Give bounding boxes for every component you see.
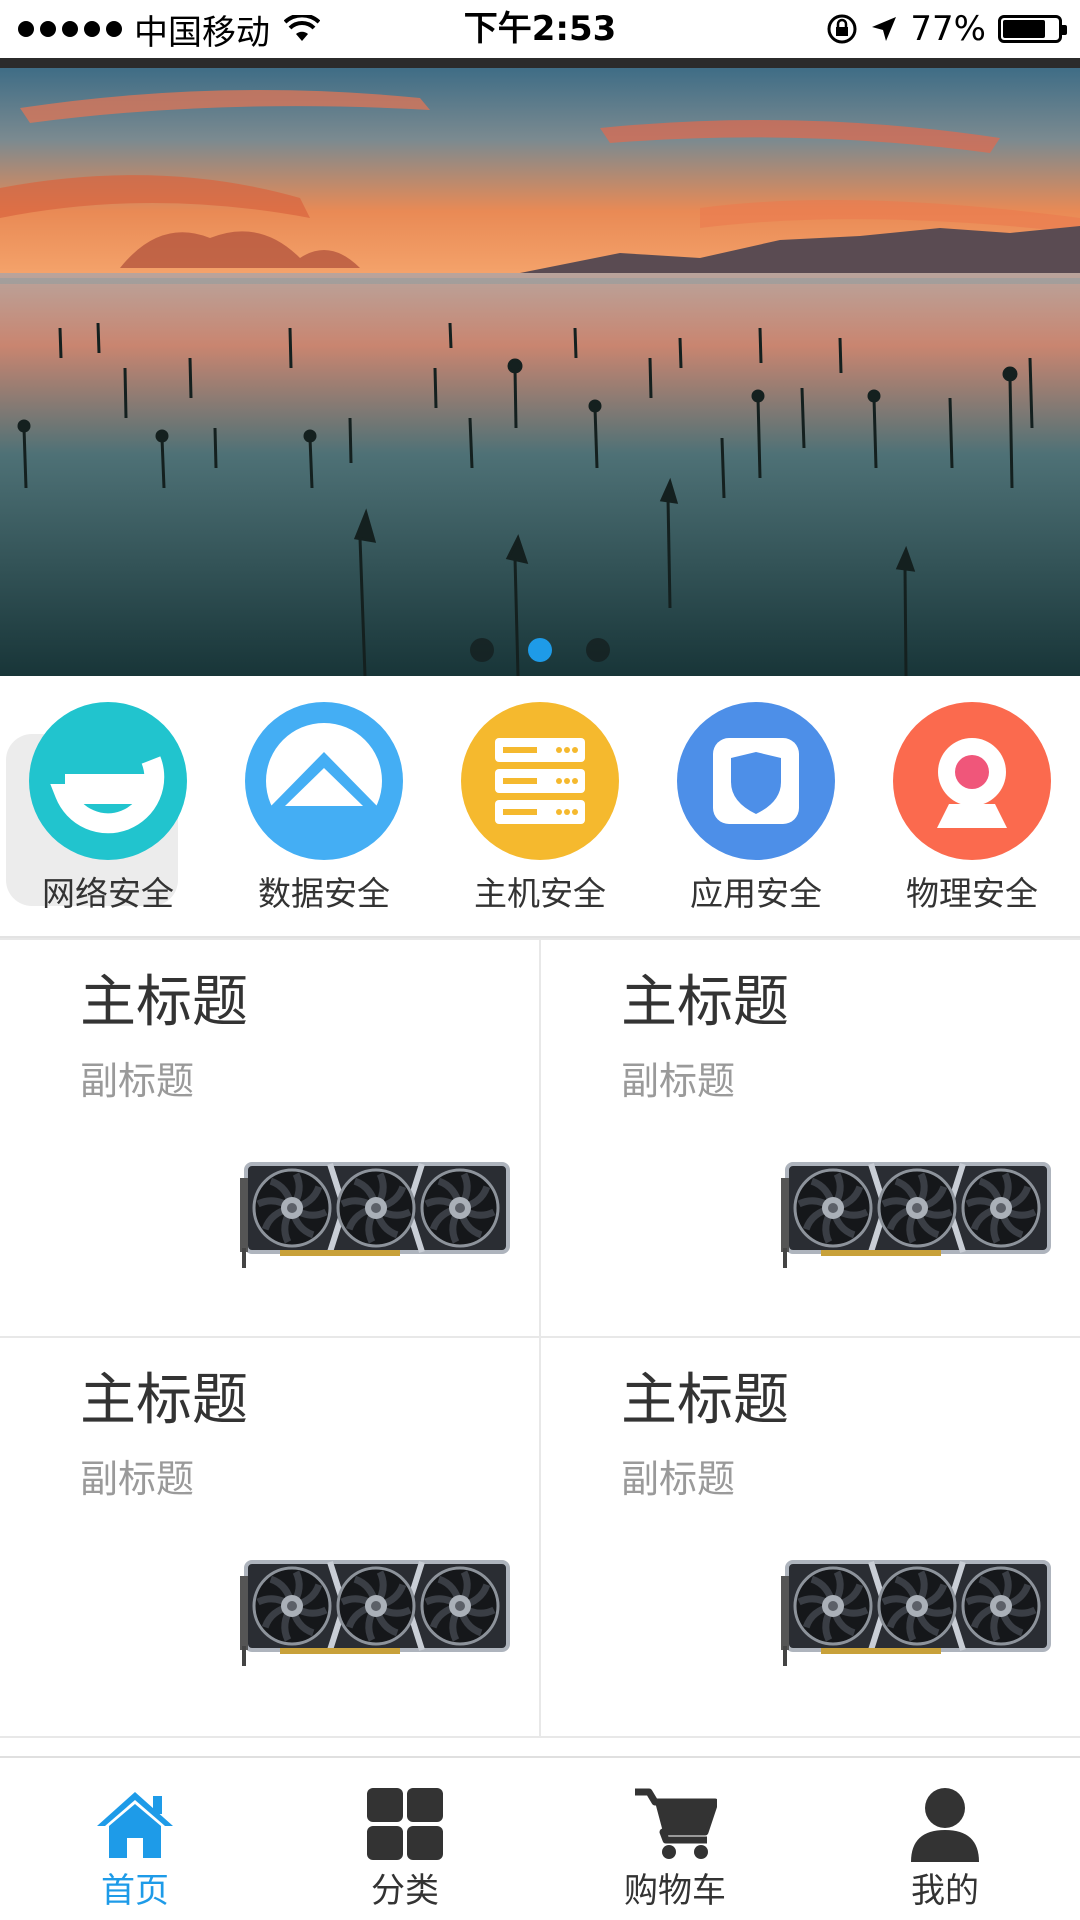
banner-carousel[interactable] [0,68,1080,676]
card-subtitle: 副标题 [80,1059,195,1103]
category-app-security[interactable]: 应用安全 [648,702,864,922]
category-server-security[interactable]: 主机安全 [432,702,648,922]
category-row: 网络安全 数据安全 主机安全 应用安全 物理安全 [0,676,1080,938]
card-title: 主标题 [621,1368,789,1433]
battery-percent: 77% [910,9,986,49]
category-label: 数据安全 [258,874,390,913]
category-network-security[interactable]: 网络安全 [0,702,216,922]
battery-icon [998,15,1067,43]
data-security-icon [245,702,403,860]
product-card[interactable]: 主标题 副标题 [541,940,1080,1336]
user-icon [911,1788,979,1862]
battery-level [1003,20,1045,38]
category-label: 应用安全 [690,874,822,913]
tab-cart[interactable]: 购物车 [540,1758,810,1920]
card-title: 主标题 [80,1368,248,1433]
orientation-lock-icon [827,14,857,44]
graphics-card-image [240,1560,510,1666]
carousel-dot[interactable] [586,638,610,662]
server-security-icon [461,702,619,860]
carousel-dot[interactable] [528,638,552,662]
graphics-card-image [240,1162,510,1268]
product-card[interactable]: 主标题 副标题 [0,1338,539,1736]
physical-security-icon [893,702,1051,860]
category-label: 网络安全 [42,874,174,913]
banner-image [0,68,1080,676]
product-card[interactable]: 主标题 副标题 [0,940,539,1336]
app-security-icon [677,702,835,860]
category-physical-security[interactable]: 物理安全 [864,702,1080,922]
status-right: 77% [826,0,1067,58]
product-grid: 主标题 副标题 主标题 副标题 主标题 副标题 主标题 副标题 [0,938,1080,1738]
tab-category[interactable]: 分类 [270,1758,540,1920]
card-subtitle: 副标题 [621,1059,736,1103]
graphics-card-image [781,1560,1051,1666]
status-bar: 中国移动 下午2:53 77% [0,0,1080,58]
carousel-dot[interactable] [470,638,494,662]
header-divider [0,58,1080,68]
bottom-tab-bar: 首页 分类 购物车 我的 [0,1756,1080,1920]
network-security-icon [29,702,187,860]
category-data-security[interactable]: 数据安全 [216,702,432,922]
category-label: 主机安全 [474,874,606,913]
product-card[interactable]: 主标题 副标题 [541,1338,1080,1736]
grid-icon [367,1788,443,1860]
card-title: 主标题 [621,970,789,1035]
graphics-card-image [781,1162,1051,1268]
tab-label: 购物车 [624,1871,726,1911]
card-title: 主标题 [80,970,248,1035]
tab-label: 首页 [101,1871,169,1911]
home-icon [97,1792,173,1858]
card-subtitle: 副标题 [621,1457,736,1501]
tab-home[interactable]: 首页 [0,1758,270,1920]
cart-icon [635,1788,717,1859]
card-subtitle: 副标题 [80,1457,195,1501]
category-label: 物理安全 [906,874,1038,913]
location-arrow-icon [872,17,897,41]
tab-profile[interactable]: 我的 [810,1758,1080,1920]
carousel-indicators [0,638,1080,662]
tab-label: 分类 [371,1871,439,1911]
tab-label: 我的 [911,1871,979,1911]
